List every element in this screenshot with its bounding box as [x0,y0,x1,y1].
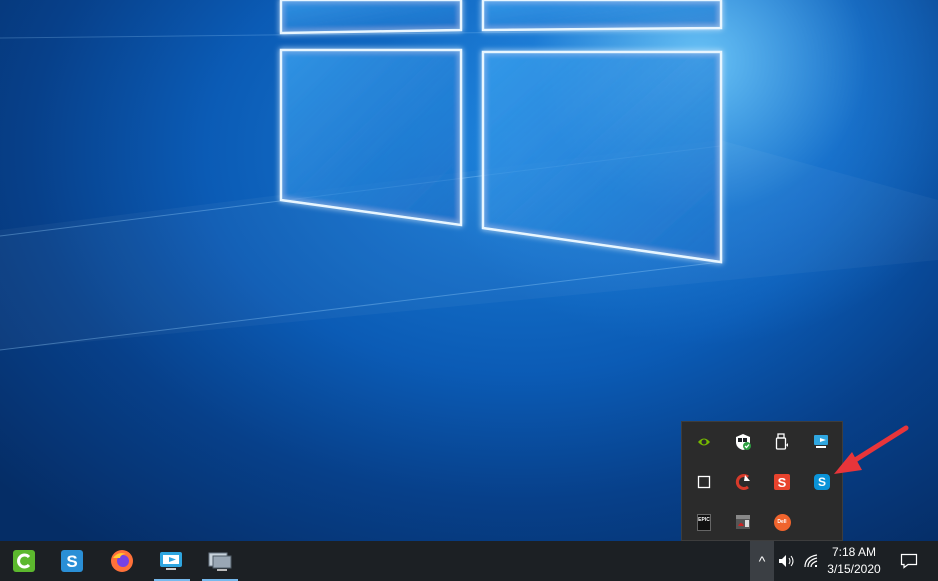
system-clock[interactable]: 7:18 AM 3/15/2020 [820,541,888,581]
clock-time: 7:18 AM [831,545,877,559]
show-hidden-icons-button[interactable]: ^ [750,541,774,581]
network-wifi-icon[interactable] [800,541,822,581]
chevron-up-icon: ^ [758,553,766,569]
windows-security-icon[interactable] [723,422,763,462]
dell-app-icon[interactable]: Dell [762,502,802,542]
epic-games-icon[interactable]: EPIC [684,502,724,542]
taskbar: S ^ 7:18 AM 3/15/2020 [0,541,938,581]
remote-desktop-tray-icon[interactable] [802,422,842,462]
tray-overflow-flyout: S S EPIC Dell [681,421,843,541]
firefox-icon[interactable] [100,541,144,581]
skype-icon[interactable]: S [802,462,842,502]
usb-drive-icon[interactable] [762,422,802,462]
snagit-icon[interactable]: S [50,541,94,581]
notification-icon [900,553,918,569]
snagit-tray-letter: S [774,474,790,490]
skype-letter: S [814,474,830,490]
snagit-tray-icon[interactable]: S [762,462,802,502]
svg-text:S: S [66,552,77,571]
blank-app-icon[interactable] [684,462,724,502]
action-center-button[interactable] [892,541,926,581]
epic-games-label: EPIC [697,513,711,531]
volume-icon[interactable] [776,541,798,581]
remote-desktop-icon[interactable] [150,541,194,581]
monitor-app-icon[interactable] [198,541,242,581]
dell-app-label: Dell [773,513,791,531]
sandboxie-icon[interactable] [723,502,763,542]
clock-date: 3/15/2020 [827,562,881,576]
ccleaner-icon[interactable] [723,462,763,502]
nvidia-icon[interactable] [684,422,724,462]
camtasia-icon[interactable] [2,541,46,581]
